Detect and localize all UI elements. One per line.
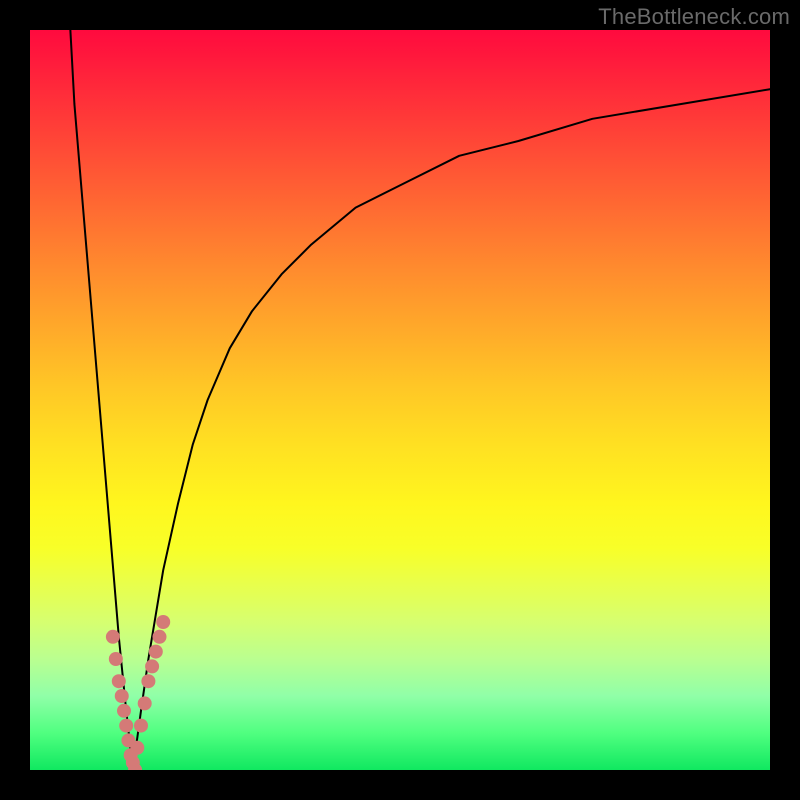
data-point bbox=[109, 652, 123, 666]
data-point bbox=[134, 719, 148, 733]
watermark-text: TheBottleneck.com bbox=[598, 4, 790, 30]
data-point bbox=[106, 630, 120, 644]
data-point bbox=[115, 689, 129, 703]
chart-frame: TheBottleneck.com bbox=[0, 0, 800, 800]
data-point bbox=[130, 741, 144, 755]
marker-group bbox=[106, 615, 170, 770]
data-point bbox=[149, 645, 163, 659]
data-point bbox=[117, 704, 131, 718]
data-point bbox=[138, 696, 152, 710]
plot-area bbox=[30, 30, 770, 770]
chart-svg bbox=[30, 30, 770, 770]
curve-left-branch bbox=[70, 30, 133, 770]
curve-right-branch bbox=[133, 89, 770, 770]
data-point bbox=[153, 630, 167, 644]
curve-group bbox=[70, 30, 770, 770]
data-point bbox=[145, 659, 159, 673]
data-point bbox=[156, 615, 170, 629]
data-point bbox=[119, 719, 133, 733]
data-point bbox=[112, 674, 126, 688]
data-point bbox=[141, 674, 155, 688]
